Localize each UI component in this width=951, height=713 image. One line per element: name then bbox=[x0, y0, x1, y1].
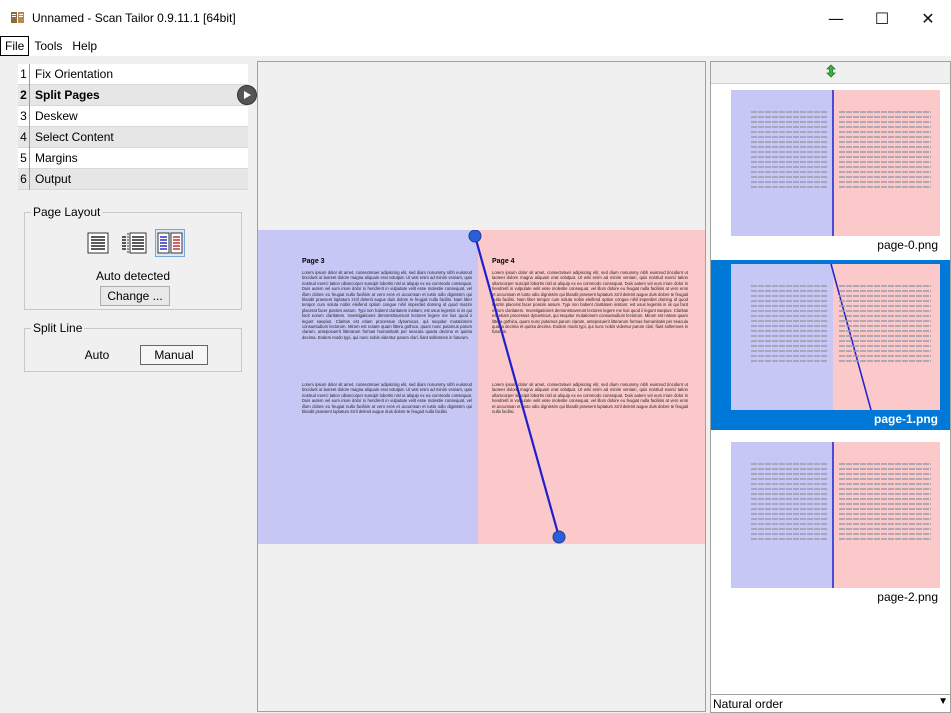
stage-label: Select Content bbox=[35, 130, 114, 144]
split-bottom-handle[interactable] bbox=[552, 530, 566, 544]
minimize-button[interactable]: — bbox=[813, 0, 859, 36]
stage-split-pages[interactable]: 2 Split Pages bbox=[18, 84, 257, 106]
thumbnail-image bbox=[731, 90, 940, 236]
stage-margins[interactable]: 5 Margins bbox=[18, 147, 248, 169]
split-line[interactable] bbox=[473, 235, 561, 538]
split-top-handle[interactable] bbox=[468, 230, 482, 243]
menu-tools[interactable]: Tools bbox=[29, 37, 67, 55]
close-button[interactable]: ✕ bbox=[905, 0, 951, 36]
stage-list: 1 Fix Orientation 2 Split Pages 3 Deskew… bbox=[18, 63, 257, 190]
thumbnail-label: page-2.png bbox=[877, 590, 938, 604]
play-icon[interactable] bbox=[237, 85, 257, 105]
thumbnail-page-1[interactable]: page-1.png bbox=[711, 260, 950, 430]
menu-bar: File Tools Help bbox=[0, 36, 951, 56]
stage-number: 4 bbox=[18, 126, 30, 148]
title-bar: Unnamed - Scan Tailor 0.9.11.1 [64bit] —… bbox=[0, 0, 951, 36]
stage-number: 2 bbox=[18, 84, 30, 106]
thumbnail-image bbox=[731, 442, 940, 588]
expand-thumbnails-icon[interactable] bbox=[824, 64, 838, 81]
split-line-title: Split Line bbox=[31, 321, 85, 335]
single-page-uncut-icon[interactable] bbox=[83, 229, 113, 257]
split-line-overlay[interactable] bbox=[258, 230, 705, 544]
layout-status: Auto detected bbox=[95, 269, 171, 283]
thumbnail-lines bbox=[751, 442, 931, 588]
page-layout-title: Page Layout bbox=[31, 205, 103, 219]
sort-order-value: Natural order bbox=[713, 696, 784, 711]
thumbnail-panel: page-0.png page-1.png page-2.png Natural… bbox=[710, 61, 951, 713]
change-layout-button[interactable]: Change ... bbox=[100, 286, 170, 306]
split-line-group: Split Line Auto Manual bbox=[24, 321, 242, 372]
stage-number: 3 bbox=[18, 105, 30, 127]
stage-output[interactable]: 6 Output bbox=[18, 168, 248, 190]
thumbnail-toolbar bbox=[711, 62, 950, 84]
stage-deskew[interactable]: 3 Deskew bbox=[18, 105, 248, 127]
page-spread-preview: Page 3 Lorem ipsum dolor sit amet, conse… bbox=[258, 230, 705, 544]
stage-label: Fix Orientation bbox=[35, 67, 114, 81]
thumbnail-lines bbox=[751, 90, 931, 236]
stage-label: Deskew bbox=[35, 109, 78, 123]
left-panel: 1 Fix Orientation 2 Split Pages 3 Deskew… bbox=[0, 58, 257, 713]
stage-select-content[interactable]: 4 Select Content bbox=[18, 126, 248, 148]
thumbnail-label: page-0.png bbox=[877, 238, 938, 252]
two-pages-icon[interactable] bbox=[155, 229, 185, 257]
thumbnail-page-2[interactable]: page-2.png bbox=[711, 434, 950, 604]
scan-tailor-app-icon bbox=[10, 10, 26, 26]
thumbnail-page-0[interactable]: page-0.png bbox=[711, 86, 950, 256]
split-manual-button[interactable]: Manual bbox=[140, 345, 208, 365]
split-auto-button[interactable]: Auto bbox=[61, 345, 133, 365]
page-layout-group: Page Layout Auto detected Change ... bbox=[24, 205, 242, 310]
preview-area[interactable]: Page 3 Lorem ipsum dolor sit amet, conse… bbox=[257, 61, 706, 712]
chevron-down-icon[interactable]: ▼ bbox=[938, 696, 948, 707]
maximize-button[interactable]: ☐ bbox=[859, 0, 905, 36]
menu-file[interactable]: File bbox=[0, 36, 30, 56]
thumbnail-label: page-1.png bbox=[873, 412, 938, 426]
window-title: Unnamed - Scan Tailor 0.9.11.1 [64bit] bbox=[32, 11, 236, 25]
menu-help[interactable]: Help bbox=[67, 37, 102, 55]
sort-order-select[interactable]: Natural order ▼ bbox=[711, 694, 950, 712]
stage-fix-orientation[interactable]: 1 Fix Orientation bbox=[18, 63, 248, 85]
stage-label: Margins bbox=[35, 151, 78, 165]
thumbnail-lines bbox=[751, 264, 931, 410]
stage-number: 1 bbox=[18, 63, 30, 85]
stage-number: 6 bbox=[18, 168, 30, 190]
stage-number: 5 bbox=[18, 147, 30, 169]
stage-label: Output bbox=[35, 172, 72, 186]
thumbnail-image bbox=[731, 264, 940, 410]
single-page-cut-icon[interactable] bbox=[119, 229, 149, 257]
stage-label: Split Pages bbox=[35, 88, 100, 102]
